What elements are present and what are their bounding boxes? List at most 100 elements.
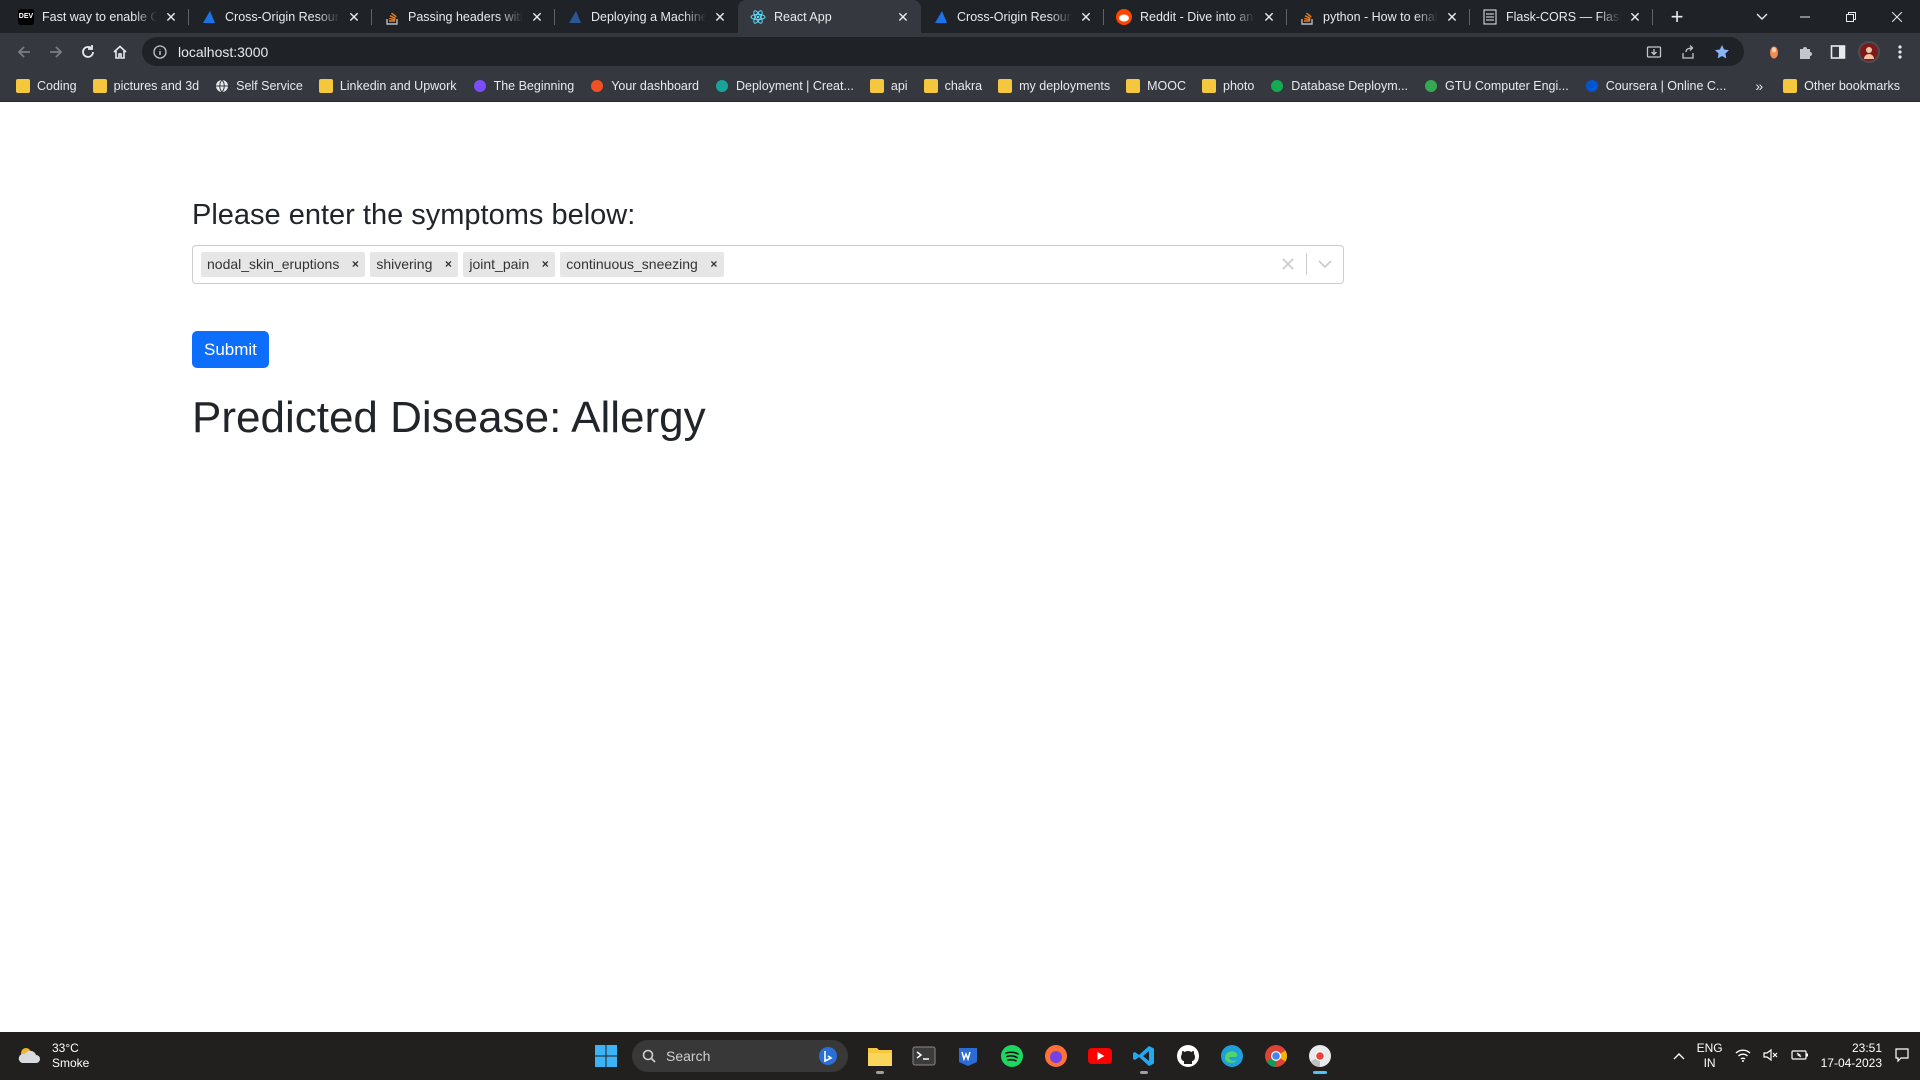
bookmark-5[interactable]: The Beginning (467, 73, 581, 99)
tab-close-icon[interactable]: ✕ (1261, 9, 1277, 25)
tab-4[interactable]: Deploying a Machine Learning ✕ (555, 0, 738, 33)
tab-search-button[interactable] (1742, 0, 1782, 33)
bookmark-15[interactable]: Coursera | Online C... (1579, 73, 1733, 99)
spotify-app[interactable] (994, 1038, 1030, 1074)
tab-close-icon[interactable]: ✕ (895, 9, 911, 25)
clock[interactable]: 23:51 17-04-2023 (1821, 1041, 1882, 1071)
tab-close-icon[interactable]: ✕ (529, 9, 545, 25)
bookmark-8[interactable]: api (864, 73, 914, 99)
terminal-app[interactable] (906, 1038, 942, 1074)
tab-2[interactable]: Cross-Origin Resource Sharing ✕ (189, 0, 372, 33)
symptom-multiselect[interactable]: nodal_skin_eruptions × shivering × joint_pai… (192, 244, 1344, 284)
bookmark-6[interactable]: Your dashboard (584, 73, 705, 99)
vscode-app[interactable] (1126, 1038, 1162, 1074)
tab-9[interactable]: Flask-CORS — Flask-CORS ✕ (1470, 0, 1653, 33)
home-button[interactable] (104, 36, 136, 68)
battery-icon[interactable] (1791, 1049, 1809, 1064)
bookmark-label: Database Deploym... (1291, 78, 1409, 93)
submit-button[interactable]: Submit (192, 330, 269, 368)
tab-close-icon[interactable]: ✕ (1078, 9, 1094, 25)
address-bar[interactable]: localhost:3000 (142, 37, 1744, 66)
bookmark-13[interactable]: Database Deploym... (1264, 73, 1414, 99)
folder-icon (92, 78, 107, 93)
back-button[interactable] (8, 36, 40, 68)
tab-3[interactable]: Passing headers with axios ✕ (372, 0, 555, 33)
bookmark-11[interactable]: MOOC (1120, 73, 1192, 99)
share-icon[interactable] (1676, 40, 1700, 64)
tab-5[interactable]: React App ✕ (738, 0, 921, 33)
bookmark-4[interactable]: Linkedin and Upwork (313, 73, 463, 99)
writer-app[interactable] (950, 1038, 986, 1074)
file-explorer-app[interactable] (862, 1038, 898, 1074)
bookmark-2[interactable]: pictures and 3d (87, 73, 205, 99)
close-window-button[interactable] (1874, 0, 1920, 33)
chip-remove-icon[interactable]: × (345, 252, 365, 277)
react-icon (750, 9, 766, 25)
chevron-up-icon[interactable] (1673, 1049, 1685, 1063)
star-bookmark-icon[interactable] (1710, 40, 1734, 64)
tab-strip: DEVFast way to enable CORS✕Cross-Origin … (0, 0, 1920, 33)
weather-desc: Smoke (52, 1056, 90, 1070)
bookmark-12[interactable]: photo (1196, 73, 1260, 99)
youtube-app[interactable] (1082, 1038, 1118, 1074)
bookmark-14[interactable]: GTU Computer Engi... (1418, 73, 1575, 99)
tab-close-icon[interactable]: ✕ (1627, 9, 1643, 25)
tab-close-icon[interactable]: ✕ (163, 9, 179, 25)
clear-all-icon[interactable] (1270, 246, 1306, 283)
windows-taskbar: 33°C Smoke Search ENG IN 23:51 17-04-202… (0, 1032, 1920, 1080)
search-placeholder: Search (666, 1048, 711, 1064)
kebab-menu-icon[interactable] (1888, 40, 1912, 64)
notification-icon[interactable] (1894, 1047, 1910, 1066)
wifi-icon[interactable] (1735, 1048, 1751, 1065)
chevron-down-icon[interactable] (1307, 246, 1343, 283)
tab-7[interactable]: Reddit - Dive into anything ✕ (1104, 0, 1287, 33)
forward-button[interactable] (40, 36, 72, 68)
profile-avatar[interactable] (1858, 40, 1880, 63)
volume-muted-icon[interactable] (1763, 1048, 1779, 1065)
chrome-dev-icon (1309, 1045, 1331, 1067)
tab-close-icon[interactable]: ✕ (712, 9, 728, 25)
tab-1[interactable]: DEV Fast way to enable CORS ✕ (6, 0, 189, 33)
reload-button[interactable] (72, 36, 104, 68)
tab-8[interactable]: python - How to enable CORS ✕ (1287, 0, 1470, 33)
chip-remove-icon[interactable]: × (704, 252, 724, 277)
chevron-down-icon (1756, 13, 1768, 20)
restore-button[interactable] (1828, 0, 1874, 33)
taskbar-search[interactable]: Search (632, 1040, 848, 1072)
start-button[interactable] (588, 1038, 624, 1074)
url-text[interactable]: localhost:3000 (178, 44, 1642, 60)
firefox-icon (1045, 1045, 1067, 1067)
bookmark-10[interactable]: my deployments (992, 73, 1116, 99)
folder-icon (1202, 78, 1217, 93)
chrome-dev-app[interactable] (1302, 1038, 1338, 1074)
edge-app[interactable] (1214, 1038, 1250, 1074)
tab-close-icon[interactable]: ✕ (1444, 9, 1460, 25)
tab-title: Reddit - Dive into anything (1140, 9, 1255, 24)
other-bookmarks[interactable]: Other bookmarks (1777, 73, 1906, 99)
firefox-app[interactable] (1038, 1038, 1074, 1074)
tab-6[interactable]: Cross-Origin Resource Sharing ✕ (921, 0, 1104, 33)
double-chevron-icon[interactable]: » (1755, 78, 1763, 94)
install-app-icon[interactable] (1642, 40, 1666, 64)
bookmark-1[interactable]: Coding (10, 73, 83, 99)
info-icon[interactable] (152, 44, 168, 60)
tab-close-icon[interactable]: ✕ (346, 9, 362, 25)
bookmark-9[interactable]: chakra (918, 73, 989, 99)
github-app[interactable] (1170, 1038, 1206, 1074)
chrome-app[interactable] (1258, 1038, 1294, 1074)
bookmark-7[interactable]: Deployment | Creat... (709, 73, 860, 99)
arrow-right-icon (50, 45, 63, 58)
new-tab-button[interactable]: + (1663, 0, 1691, 33)
bookmark-label: Your dashboard (611, 78, 699, 93)
minimize-button[interactable] (1782, 0, 1828, 33)
bookmark-label: api (890, 78, 908, 93)
weather-widget[interactable]: 33°C Smoke (16, 1032, 89, 1080)
language-indicator[interactable]: ENG IN (1697, 1041, 1723, 1071)
side-panel-icon[interactable] (1826, 40, 1850, 64)
puzzle-extensions-icon[interactable] (1794, 40, 1818, 64)
bookmark-3[interactable]: Self Service (209, 73, 309, 99)
chip-remove-icon[interactable]: × (535, 252, 555, 277)
chip-remove-icon[interactable]: × (438, 252, 458, 277)
lang-top: ENG (1696, 1041, 1723, 1055)
extension-icon[interactable] (1762, 40, 1786, 64)
